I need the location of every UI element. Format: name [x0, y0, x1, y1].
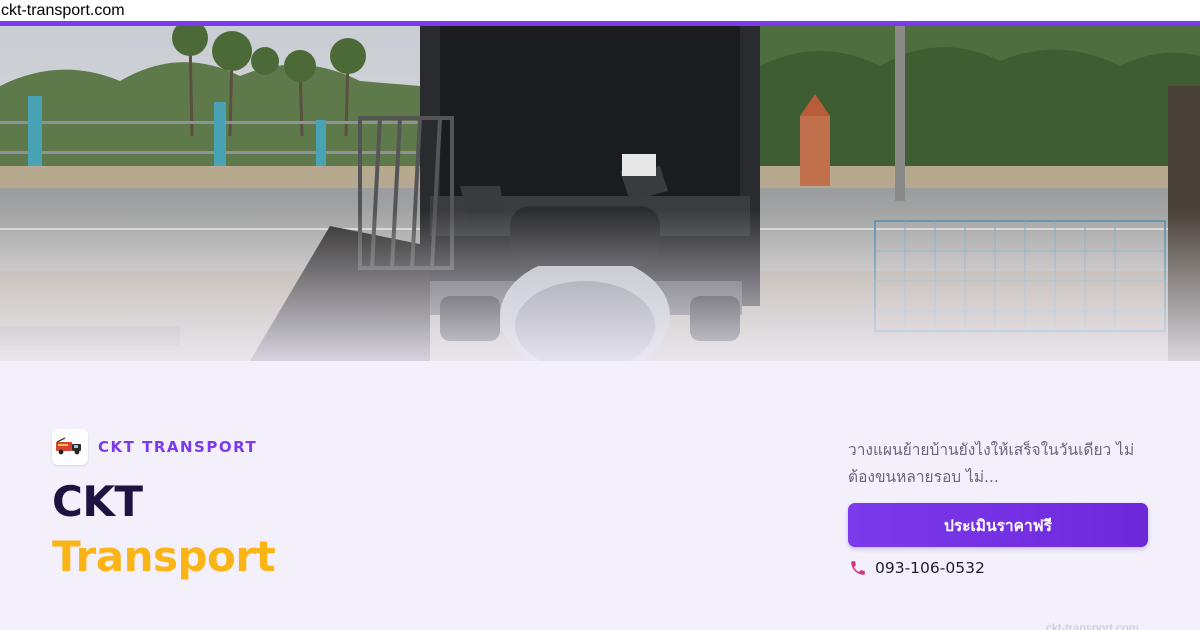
article-excerpt: วางแผนย้ายบ้านยังไงให้เสร็จในวันเดียว ไม… — [848, 441, 1135, 486]
hero-photo-illustration — [0, 26, 1200, 361]
hero-card: CKT TRANSPORT CKT Transport วางแผนย้ายบ้… — [0, 361, 1200, 630]
hero-image — [0, 26, 1200, 361]
url-bar[interactable]: ckt-transport.com — [0, 0, 1200, 22]
page-title: CKT — [52, 477, 143, 526]
phone-contact[interactable]: 093-106-0532 — [849, 557, 985, 579]
phone-number: 093-106-0532 — [875, 559, 985, 577]
site-watermark: ckt-transport.com — [1046, 621, 1139, 630]
phone-icon — [849, 559, 867, 577]
brand-row[interactable]: CKT TRANSPORT — [52, 429, 257, 465]
page-title-highlight: Transport — [52, 532, 276, 581]
free-quote-button[interactable]: ประเมินราคาฟรี — [848, 503, 1148, 547]
brand-label: CKT TRANSPORT — [98, 438, 258, 456]
tow-truck-logo-icon — [52, 429, 88, 465]
